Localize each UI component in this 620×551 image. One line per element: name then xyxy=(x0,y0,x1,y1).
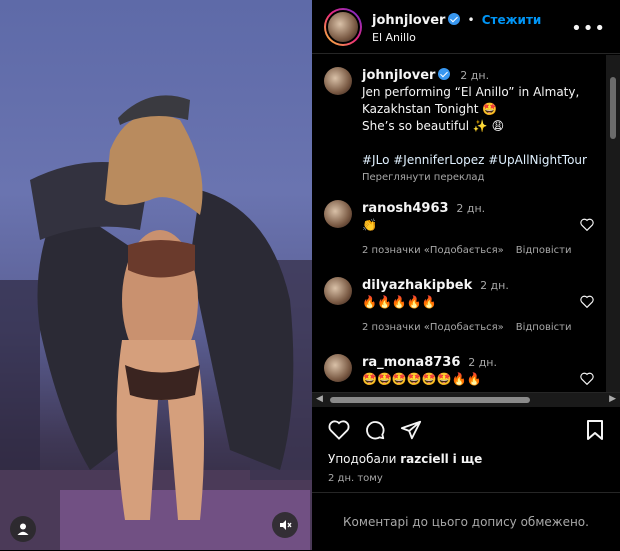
post-date: 2 дн. тому xyxy=(328,473,383,484)
comment-time: 2 дн. xyxy=(480,279,509,292)
avatar[interactable] xyxy=(324,67,352,95)
follow-button[interactable]: Стежити xyxy=(482,13,542,27)
comment-time: 2 дн. xyxy=(468,356,497,369)
heart-icon[interactable] xyxy=(328,420,350,440)
tagged-people-button[interactable] xyxy=(10,516,36,542)
comment-item: ra_mona8736 2 дн. 🤩🤩🤩🤩🤩🤩🔥🔥 xyxy=(312,354,620,388)
comment-text: 👏 xyxy=(362,218,377,232)
comment-username[interactable]: ranosh4963 xyxy=(362,201,449,216)
caption-username[interactable]: johnjlover xyxy=(362,68,435,83)
verified-badge-icon xyxy=(438,68,451,80)
reply-button[interactable]: Відповісти xyxy=(516,245,572,256)
avatar[interactable] xyxy=(324,200,352,228)
vertical-scrollbar[interactable] xyxy=(606,55,620,392)
heart-icon[interactable] xyxy=(580,218,594,231)
author-avatar-ring[interactable] xyxy=(324,7,362,46)
comment-item: ranosh4963 2 дн. 👏 2 позначки «Подобаєть… xyxy=(312,200,620,259)
author-username[interactable]: johnjlover xyxy=(372,13,445,28)
avatar[interactable] xyxy=(324,277,352,305)
scroll-right-icon[interactable]: ▶ xyxy=(609,394,616,404)
ellipsis-icon[interactable]: ••• xyxy=(571,18,606,39)
comments-restricted-notice: Коментарі до цього допису обмежено. xyxy=(312,492,620,551)
comments-list[interactable]: johnjlover 2 дн. Jen performing “El Anil… xyxy=(312,55,620,392)
see-translation-link[interactable]: Переглянути переклад xyxy=(362,169,587,186)
mute-button[interactable] xyxy=(272,512,298,538)
speaker-muted-icon xyxy=(280,520,292,530)
likes-more-link[interactable]: і ще xyxy=(453,452,483,466)
post-side-panel: johnjlover • Стежити El Anillo ••• johnj… xyxy=(312,0,620,550)
comment-time: 2 дн. xyxy=(456,202,486,215)
caption-block: johnjlover 2 дн. Jen performing “El Anil… xyxy=(312,55,620,186)
comment-likes-count[interactable]: 2 позначки «Подобається» xyxy=(362,245,504,256)
likes-summary: Уподобали razciell і ще xyxy=(328,452,482,466)
avatar xyxy=(326,9,360,44)
comment-text: 🔥🔥🔥🔥🔥 xyxy=(362,295,437,309)
header-separator: • xyxy=(467,13,475,27)
heart-icon[interactable] xyxy=(580,295,594,308)
caption-line: Jen performing “El Anillo” in Almaty, xyxy=(362,85,580,99)
scrollbar-thumb[interactable] xyxy=(610,77,616,139)
comment-text: 🤩🤩🤩🤩🤩🤩🔥🔥 xyxy=(362,372,482,386)
comment-likes-count[interactable]: 2 позначки «Подобається» xyxy=(362,322,504,333)
person-icon xyxy=(17,523,29,535)
post-header: johnjlover • Стежити El Anillo ••• xyxy=(312,0,620,54)
heart-icon[interactable] xyxy=(580,372,594,385)
comment-username[interactable]: dilyazhakipbek xyxy=(362,278,472,293)
caption-line: She’s so beautiful ✨ 😩 xyxy=(362,119,505,133)
avatar[interactable] xyxy=(324,354,352,382)
comment-username[interactable]: ra_mona8736 xyxy=(362,355,460,370)
audio-subtitle[interactable]: El Anillo xyxy=(372,31,541,44)
bookmark-icon[interactable] xyxy=(586,419,604,441)
share-icon[interactable] xyxy=(400,419,422,441)
scrollbar-thumb[interactable] xyxy=(330,397,530,403)
comment-icon[interactable] xyxy=(364,419,386,441)
caption-line: Kazakhstan Tonight 🤩 xyxy=(362,102,498,116)
caption-time: 2 дн. xyxy=(460,69,490,82)
reply-button[interactable]: Відповісти xyxy=(516,322,572,333)
likes-prefix: Уподобали xyxy=(328,452,397,466)
post-media[interactable] xyxy=(0,0,312,550)
action-bar xyxy=(312,414,620,450)
performer-video-frame xyxy=(0,95,312,550)
caption-hashtags[interactable]: #JLo #JenniferLopez #UpAllNightTour xyxy=(362,152,587,169)
liked-by-user[interactable]: razciell xyxy=(400,452,449,466)
verified-badge-icon xyxy=(448,13,461,25)
comment-item: dilyazhakipbek 2 дн. 🔥🔥🔥🔥🔥 2 позначки «П… xyxy=(312,277,620,336)
scroll-left-icon[interactable]: ◀ xyxy=(316,394,323,404)
horizontal-scrollbar[interactable]: ◀ ▶ xyxy=(312,392,620,407)
